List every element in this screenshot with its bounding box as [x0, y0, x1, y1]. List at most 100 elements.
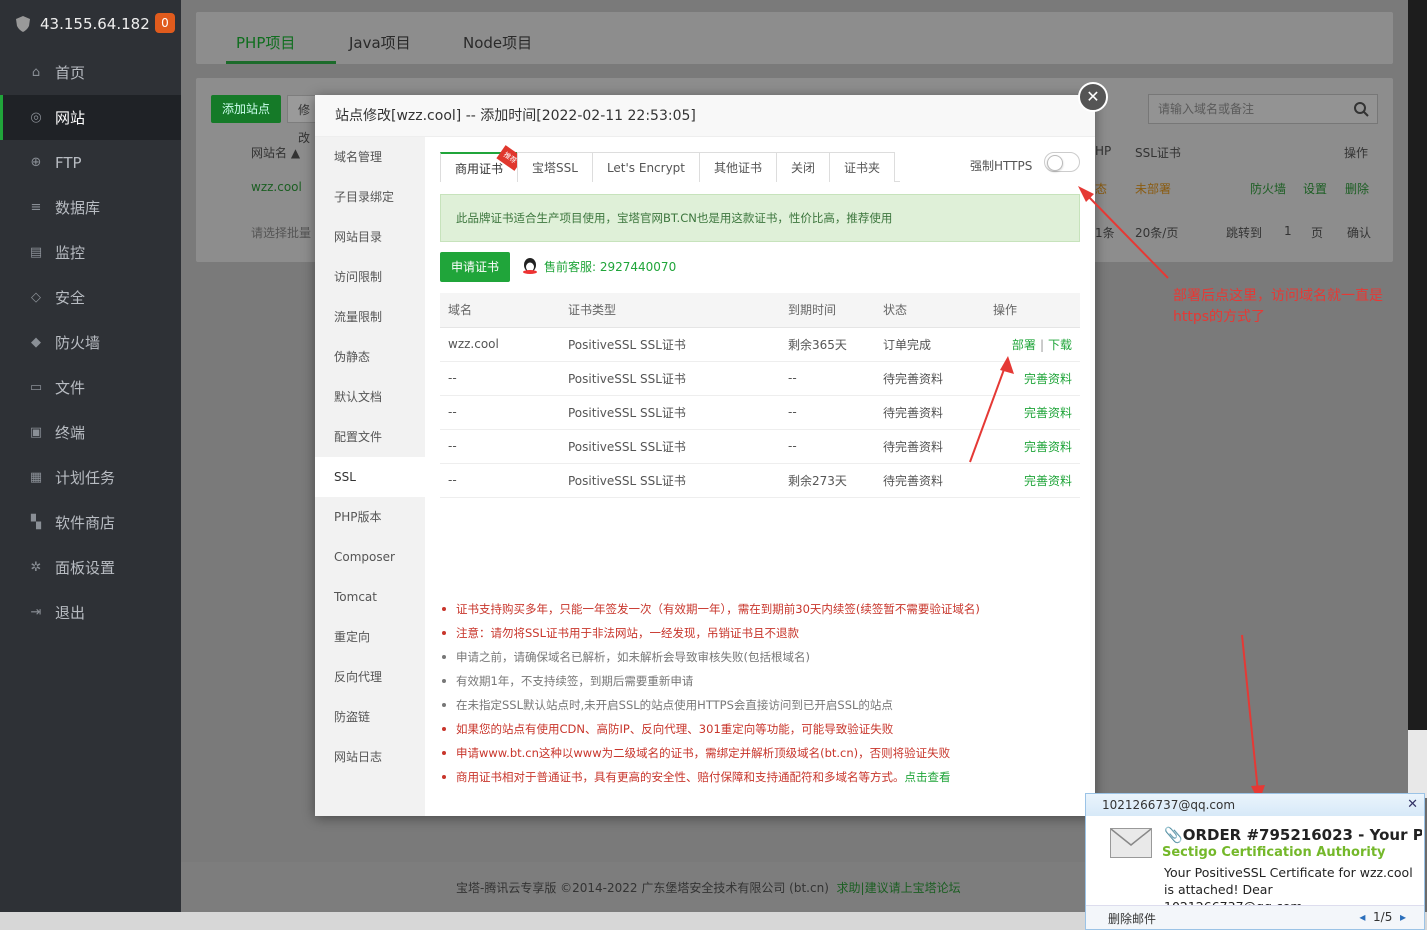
edit-button[interactable]: 修改 — [287, 95, 317, 145]
search-input[interactable]: 请输入域名或备注 — [1148, 94, 1378, 124]
modal-menu-item[interactable]: 网站目录 — [315, 217, 425, 257]
tip-item: 证书支持购买多年，只能一年签发一次（有效期一年），需在到期前30天内续签(续签暂… — [440, 597, 980, 621]
apply-certificate-button[interactable]: 申请证书 — [440, 252, 510, 282]
modal-menu-item[interactable]: 域名管理 — [315, 137, 425, 177]
col-site-name[interactable]: 网站名 ▲ — [251, 144, 300, 161]
confirm-button[interactable]: 确认 — [1347, 224, 1371, 241]
ssl-tab[interactable]: 宝塔SSL — [517, 152, 593, 182]
sidebar-item-3[interactable]: ≡ 数据库 — [0, 185, 181, 230]
settings-link[interactable]: 设置 — [1303, 180, 1327, 197]
sidebar-item-0[interactable]: ⌂ 首页 — [0, 50, 181, 95]
modal-menu-item[interactable]: 访问限制 — [315, 257, 425, 297]
th-ops: 操作 — [985, 293, 1080, 328]
cert-expire: 剩余273天 — [780, 463, 875, 498]
mail-subject[interactable]: 📎ORDER #795216023 - Your Po... — [1164, 826, 1422, 844]
mail-sender: Sectigo Certification Authority — [1162, 845, 1386, 860]
sidebar-item-10[interactable]: ▚ 软件商店 — [0, 500, 181, 545]
sidebar-item-1[interactable]: ◎ 网站 — [0, 95, 181, 140]
ssl-tab[interactable]: 其他证书 — [699, 152, 778, 182]
modal-menu: 域名管理 子目录绑定 网站目录 访问限制 流量限制 伪静态 默认文档 配置文件 SSL PHP版本… — [315, 137, 425, 816]
modal-menu-item[interactable]: 默认文档 — [315, 377, 425, 417]
site-name-link[interactable]: wzz.cool — [251, 180, 302, 194]
sidebar-item-7[interactable]: ▭ 文件 — [0, 365, 181, 410]
next-icon[interactable]: ▸ — [1400, 910, 1406, 924]
cert-type: PositiveSSL SSL证书 — [560, 395, 780, 430]
page-input[interactable]: 1 — [1284, 224, 1292, 238]
modal-menu-item[interactable]: 伪静态 — [315, 337, 425, 377]
modal-menu-item[interactable]: 反向代理 — [315, 657, 425, 697]
sidebar-item-8[interactable]: ▣ 终端 — [0, 410, 181, 455]
sidebar-item-label: 防火墙 — [55, 334, 101, 352]
mail-header: 1021266737@qq.com ✕ — [1086, 794, 1424, 816]
cert-expire: -- — [780, 395, 875, 430]
notification-badge[interactable]: 0 — [155, 13, 175, 33]
sidebar-item-6[interactable]: ◆ 防火墙 — [0, 320, 181, 365]
sidebar-item-label: 数据库 — [55, 199, 101, 217]
globe-icon: ◎ — [30, 110, 42, 125]
ssl-tab[interactable]: 证书夹 — [829, 152, 896, 182]
sidebar-item-label: 计划任务 — [55, 469, 116, 487]
modal-menu-item[interactable]: Composer — [315, 537, 425, 577]
modal-menu-item[interactable]: 防盗链 — [315, 697, 425, 737]
view-more-link[interactable]: 点击查看 — [905, 770, 951, 784]
modal-close-button[interactable]: ✕ — [1078, 82, 1108, 112]
delete-mail-button[interactable]: 删除邮件 — [1108, 910, 1156, 927]
complete-info-link[interactable]: 完善资料 — [1024, 406, 1072, 420]
complete-info-link[interactable]: 完善资料 — [1024, 372, 1072, 386]
complete-info-link[interactable]: 完善资料 — [1024, 440, 1072, 454]
complete-info-link[interactable]: 完善资料 — [1024, 474, 1072, 488]
mail-notification[interactable]: 1021266737@qq.com ✕ 📎ORDER #795216023 - … — [1085, 793, 1425, 930]
ssl-tab-label: Let's Encrypt — [606, 161, 686, 175]
modal-menu-item[interactable]: PHP版本 — [315, 497, 425, 537]
mail-close-icon[interactable]: ✕ — [1407, 794, 1418, 816]
deploy-link[interactable]: 部署 — [1012, 338, 1036, 352]
modal-menu-item[interactable]: SSL — [315, 457, 425, 497]
modal-menu-item[interactable]: Tomcat — [315, 577, 425, 617]
tab-php[interactable]: PHP项目 — [236, 32, 295, 53]
modal-menu-item[interactable]: 重定向 — [315, 617, 425, 657]
monitor-icon: ▤ — [29, 245, 43, 260]
modal-menu-item[interactable]: 流量限制 — [315, 297, 425, 337]
presales-contact[interactable]: 售前客服: 2927440070 — [520, 257, 676, 275]
col-php: HP — [1095, 144, 1112, 158]
sidebar-item-5[interactable]: ◇ 安全 — [0, 275, 181, 320]
batch-select[interactable]: 请选择批量 — [251, 224, 311, 241]
tab-node[interactable]: Node项目 — [463, 32, 532, 53]
tip-item: 有效期1年，不支持续签，到期后需要重新申请 — [440, 669, 980, 693]
modal-menu-item[interactable]: 子目录绑定 — [315, 177, 425, 217]
sidebar-item-9[interactable]: ▦ 计划任务 — [0, 455, 181, 500]
sidebar-item-12[interactable]: ⇥ 退出 — [0, 590, 181, 635]
cert-expire: -- — [780, 429, 875, 464]
add-site-button[interactable]: 添加站点 — [211, 95, 281, 123]
sidebar-item-label: 面板设置 — [55, 559, 116, 577]
sidebar-item-4[interactable]: ▤ 监控 — [0, 230, 181, 275]
force-https-toggle[interactable] — [1044, 152, 1080, 172]
delete-link[interactable]: 删除 — [1345, 180, 1369, 197]
cert-type: PositiveSSL SSL证书 — [560, 463, 780, 498]
tip-text: 如果您的站点有使用CDN、高防IP、反向代理、301重定向等功能，可能导致验证失… — [456, 722, 894, 736]
mail-subject-text: ORDER #795216023 - Your Po... — [1182, 826, 1422, 844]
modal-menu-item[interactable]: 网站日志 — [315, 737, 425, 777]
cert-domain: -- — [440, 361, 560, 396]
site-ssl-status[interactable]: 未部署 — [1135, 180, 1171, 197]
prev-icon[interactable]: ◂ — [1359, 910, 1365, 924]
modal-menu-item[interactable]: 配置文件 — [315, 417, 425, 457]
sidebar-item-2[interactable]: ⊕ FTP — [0, 140, 181, 185]
tab-java[interactable]: Java项目 — [349, 32, 411, 53]
sidebar-item-11[interactable]: ✲ 面板设置 — [0, 545, 181, 590]
download-link[interactable]: 下载 — [1048, 338, 1072, 352]
sidebar-item-label: 退出 — [55, 604, 86, 622]
ssl-tab[interactable]: Let's Encrypt — [591, 152, 701, 182]
copyright-text: 宝塔-腾讯云专享版 ©2014-2022 广东堡塔安全技术有限公司 (bt.cn… — [456, 881, 829, 895]
cert-status: 待完善资料 — [875, 361, 985, 396]
cert-domain: -- — [440, 395, 560, 430]
ssl-tab[interactable]: 关闭 — [776, 152, 831, 182]
forum-link[interactable]: 求助|建议请上宝塔论坛 — [837, 881, 961, 895]
per-page-select[interactable]: 20条/页 — [1135, 224, 1178, 241]
project-tabs: PHP项目 Java项目 Node项目 — [196, 12, 1393, 64]
search-icon[interactable] — [1353, 101, 1369, 117]
ssl-tab[interactable]: 商用证书 推荐 — [440, 145, 524, 182]
firewall-link[interactable]: 防火墙 — [1250, 180, 1286, 197]
tip-item: 申请www.bt.cn这种以www为二级域名的证书，需绑定并解析顶级域名(bt.… — [440, 741, 980, 765]
qq-penguin-icon — [523, 258, 537, 274]
